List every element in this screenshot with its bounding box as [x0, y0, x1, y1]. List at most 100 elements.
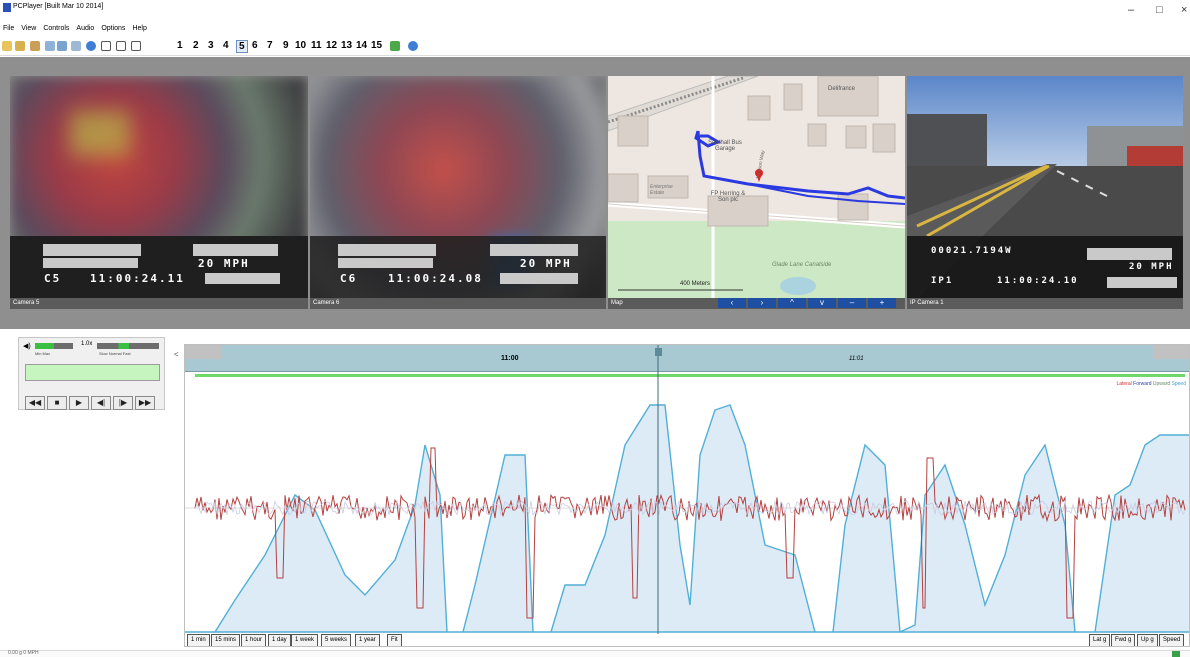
controls-area: ◀) Min Max 1.0x Slow Normal Fast ◀◀ ■ ▶ …	[0, 330, 1190, 650]
redaction-box	[1107, 277, 1177, 288]
save-icon[interactable]	[15, 41, 25, 51]
map-label-delifrance: Delifrance	[828, 86, 856, 92]
zoom-1year[interactable]: 1 year	[355, 634, 380, 646]
close-button[interactable]: ×	[1181, 4, 1187, 16]
zoom-1hour[interactable]: 1 hour	[241, 634, 267, 646]
camera-5-caption: Camera 5	[10, 298, 308, 309]
redaction-box	[43, 244, 141, 256]
fast-forward-button[interactable]: ▶▶	[135, 396, 155, 410]
speed-slider[interactable]	[97, 343, 159, 349]
menu-controls[interactable]: Controls	[43, 23, 69, 35]
channel-up-g[interactable]: Up g	[1137, 634, 1158, 646]
menu-file[interactable]: File	[3, 23, 14, 35]
toolbar: 1 2 3 4 5 6 7 9 10 11 12 13 14 15	[0, 38, 1190, 56]
chart-plot	[185, 345, 1189, 634]
layout-7[interactable]: 7	[267, 40, 273, 51]
rewind-button[interactable]: ◀◀	[25, 396, 45, 410]
playhead-knob	[655, 348, 662, 356]
app-icon	[3, 3, 11, 12]
menu-help[interactable]: Help	[132, 23, 146, 35]
volume-label: Min Max	[35, 351, 51, 356]
zoom-1day[interactable]: 1 day	[268, 634, 291, 646]
volume-icon: ◀)	[23, 343, 31, 350]
redaction-box	[490, 244, 578, 256]
menu-audio[interactable]: Audio	[76, 23, 94, 35]
camera-6-speed: 20 MPH	[520, 257, 572, 270]
print-icon[interactable]	[71, 41, 81, 51]
blur-patch	[70, 111, 130, 156]
step-back-button[interactable]: ◀|	[91, 396, 111, 410]
channel-speed[interactable]: Speed	[1159, 634, 1185, 646]
layout-15[interactable]: 15	[371, 40, 382, 51]
menu-options[interactable]: Options	[101, 23, 125, 35]
single-layout-icon[interactable]	[101, 41, 111, 51]
map-zoom-out-button[interactable]: –	[838, 298, 866, 308]
telemetry-chart[interactable]: 11:00 11:01 Lateral Forward Upward Speed…	[184, 344, 1190, 647]
camera-6-time: 11:00:24.08	[388, 272, 483, 285]
layout-10[interactable]: 10	[295, 40, 306, 51]
speed-value: 1.0x	[81, 341, 93, 347]
redaction-box	[205, 273, 280, 284]
ip-camera-1-time: 11:00:24.10	[997, 276, 1079, 286]
title-bar: PCPlayer [Built Mar 10 2014] – □ ×	[0, 0, 1190, 22]
stop-button[interactable]: ■	[47, 396, 67, 410]
map-panel[interactable]: Delifrance Southall Bus Garage Enterpris…	[608, 76, 905, 309]
status-indicator-icon	[1172, 651, 1180, 657]
ip-camera-1-caption: IP Camera 1	[907, 298, 1183, 309]
zoom-1min[interactable]: 1 min	[187, 634, 210, 646]
camera-5-panel[interactable]: 20 MPH C5 11:00:24.11 Camera 5	[10, 76, 308, 309]
zoom-15mins[interactable]: 15 mins	[211, 634, 241, 646]
camera-6-panel[interactable]: 20 MPH C6 11:00:24.08 Camera 6	[310, 76, 606, 309]
layout-3[interactable]: 3	[208, 40, 214, 51]
map-label-herring: FP Herring & Son plc	[710, 191, 746, 203]
camera-5-speed: 20 MPH	[198, 257, 250, 270]
menu-view[interactable]: View	[21, 23, 36, 35]
maximize-button[interactable]: □	[1156, 4, 1163, 16]
status-bar: 0.00 g 0 MPH	[0, 650, 1190, 657]
camera-5-id: C5	[44, 272, 62, 285]
layout-1[interactable]: 1	[177, 40, 183, 51]
timeline-scroll-left[interactable]: <	[174, 350, 179, 359]
map-pan-left-button[interactable]: ‹	[718, 298, 746, 308]
redaction-box	[338, 244, 436, 256]
export-icon[interactable]	[30, 41, 40, 51]
globe-alt-icon[interactable]	[408, 41, 418, 51]
copy-icon[interactable]	[45, 41, 55, 51]
green-marker-icon[interactable]	[390, 41, 400, 51]
channel-lat-g[interactable]: Lat g	[1089, 634, 1111, 646]
ip-camera-1-panel[interactable]: 00021.7194W 20 MPH IP1 11:00:24.10 IP Ca…	[907, 76, 1183, 309]
paste-icon[interactable]	[57, 41, 67, 51]
minimize-button[interactable]: –	[1128, 4, 1134, 16]
map-pan-right-button[interactable]: ›	[748, 298, 776, 308]
map-pan-down-button[interactable]: v	[808, 298, 836, 308]
globe-icon[interactable]	[86, 41, 96, 51]
open-folder-icon[interactable]	[2, 41, 12, 51]
layout-5-selected[interactable]: 5	[236, 40, 248, 53]
map-zoom-in-button[interactable]: +	[868, 298, 896, 308]
camera-6-id: C6	[340, 272, 358, 285]
map-scale-label: 400 Meters	[680, 281, 711, 287]
zoom-5weeks[interactable]: 5 weeks	[321, 634, 352, 646]
zoom-fit[interactable]: Fit	[387, 634, 402, 646]
layout-2[interactable]: 2	[193, 40, 199, 51]
dual-layout-icon[interactable]	[116, 41, 126, 51]
redaction-box	[500, 273, 578, 284]
zoom-1week[interactable]: 1 week	[291, 634, 319, 646]
layout-13[interactable]: 13	[341, 40, 352, 51]
layout-4[interactable]: 4	[223, 40, 229, 51]
step-forward-button[interactable]: |▶	[113, 396, 133, 410]
map-pan-up-button[interactable]: ^	[778, 298, 806, 308]
volume-slider[interactable]	[35, 343, 73, 349]
channel-fwd-g[interactable]: Fwd g	[1111, 634, 1136, 646]
layout-9[interactable]: 9	[283, 40, 289, 51]
layout-12[interactable]: 12	[326, 40, 337, 51]
ip-camera-1-speed: 20 MPH	[1129, 262, 1174, 272]
play-button[interactable]: ▶	[69, 396, 89, 410]
grid-layout-icon[interactable]	[131, 41, 141, 51]
layout-11[interactable]: 11	[311, 40, 322, 51]
layout-14[interactable]: 14	[356, 40, 367, 51]
camera-5-time: 11:00:24.11	[90, 272, 185, 285]
redaction-box	[338, 258, 433, 268]
redaction-box	[43, 258, 138, 268]
layout-6[interactable]: 6	[252, 40, 258, 51]
